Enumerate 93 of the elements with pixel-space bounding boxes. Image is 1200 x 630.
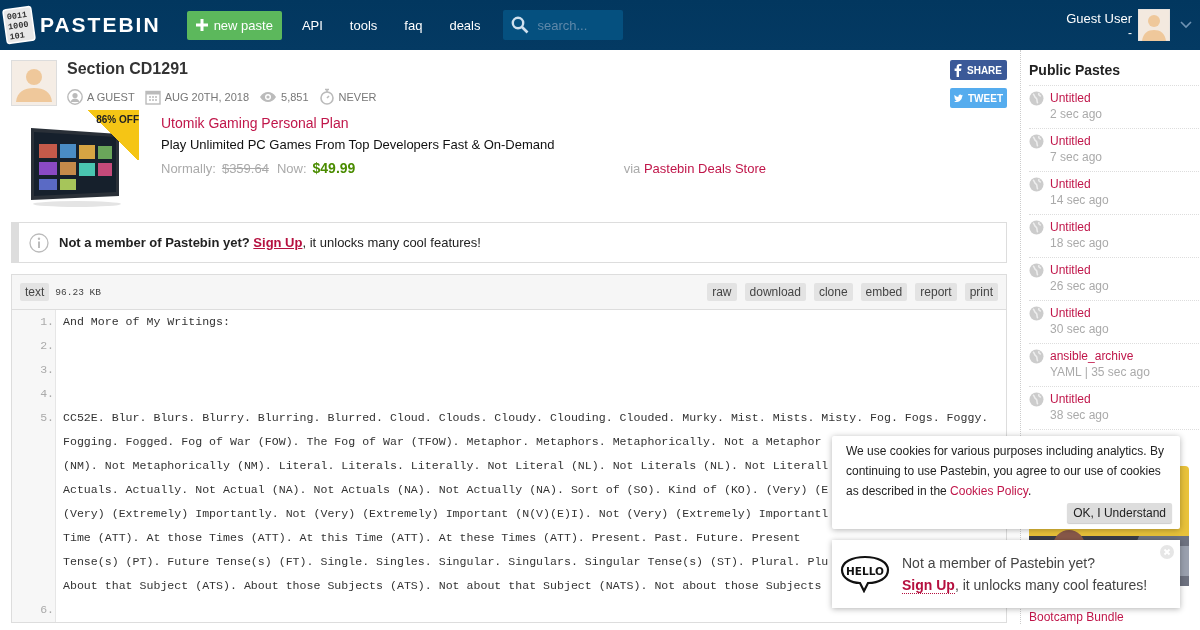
calendar-icon	[144, 88, 161, 105]
globe-icon	[1029, 134, 1044, 149]
globe-icon	[1029, 91, 1044, 106]
sign-up-link[interactable]: Sign Up	[902, 577, 955, 594]
avatar-icon	[11, 60, 57, 106]
meta-text: A GUEST	[87, 90, 135, 103]
paste-link[interactable]: Untitled	[1050, 306, 1109, 320]
stopwatch-icon	[318, 88, 335, 105]
globe-icon	[1029, 263, 1044, 278]
code-text: Time (ATT). At those Times (ATT). At this Time (ATT). At these Times (ATT). Present. Past. Future. Present	[63, 531, 801, 544]
facebook-icon	[954, 63, 962, 77]
line-number: 1.	[40, 315, 55, 328]
notice-text: Not a member of Pastebin yet? Sign Up, it unlocks many cool features!	[59, 235, 481, 250]
globe-icon	[1029, 349, 1044, 364]
sidebar-title: Public Pastes	[1029, 50, 1199, 86]
paste-action-button[interactable]: download	[744, 283, 806, 301]
paste-title: Section CD1291	[67, 60, 189, 78]
paste-link[interactable]: Untitled	[1050, 220, 1109, 234]
nav-link[interactable]: tools	[339, 17, 388, 33]
logo-text[interactable]: PASTEBIN	[40, 13, 161, 37]
code-text: Tense(s) (PT). Future Tense(s) (FT). Single. Singles. Singular. Singulars. Singular Tense(s) (ST). Plural. Plu	[63, 555, 829, 568]
user-name: Guest User	[1066, 10, 1132, 26]
search-field[interactable]: search...	[503, 10, 624, 40]
paste-age: 7 sec ago	[1050, 150, 1103, 164]
file-size: 96.23 KB	[55, 286, 101, 298]
paste-age: 2 sec ago	[1050, 107, 1103, 121]
deal-description: Play Unlimited PC Games From Top Developers Fast & On-Demand	[161, 137, 556, 152]
code-text: Fogging. Fogged. Fog of War (FOW). The Fog of War (TFOW). Metaphor. Metaphors. Metaphorically. Not a Metaphor	[63, 435, 822, 448]
globe-icon	[1029, 177, 1044, 192]
code-text: And More of My Writings:	[63, 315, 230, 328]
paste-link[interactable]: Untitled	[1050, 91, 1103, 105]
code-text: About that Subject (ATS). About those Subjects (ATS). Not about that Subject (NATS). Not about those Subjects	[63, 579, 822, 592]
meta-text: 5,851	[281, 90, 309, 103]
code-text: CC52E. Blur. Blurs. Blurry. Blurring. Blurred. Cloud. Clouds. Cloudy. Clouding. Clouded. Murky. Mist. Mists. Misty. Fog. Fogs. Foggy.	[63, 411, 989, 424]
syntax-tag[interactable]: text	[20, 283, 50, 301]
paste-age: YAML | 35 sec ago	[1050, 365, 1150, 379]
line-number: 6.	[40, 603, 55, 616]
popup-heading: Not a member of Pastebin yet?	[902, 555, 1096, 571]
paste-age: 26 sec ago	[1050, 279, 1109, 293]
paste-link[interactable]: Untitled	[1050, 177, 1109, 191]
discount-ribbon: 86% OFF	[85, 110, 139, 160]
code-text: Actuals. Actually. Not Actual (NA). Not Actuals (NA). Not Actually (NA). Sort of (SO). Kind of (KO). (Very) (E	[63, 483, 829, 496]
user-icon	[67, 88, 83, 105]
normally-label: Normally:	[161, 161, 216, 176]
chevron-down-icon[interactable]	[1180, 21, 1192, 29]
paste-link[interactable]: ansible_archive	[1050, 349, 1150, 363]
plus-icon	[195, 19, 208, 31]
logo-icon[interactable]: 0011 1000 101	[2, 5, 36, 45]
paste-action-button[interactable]: embed	[860, 283, 908, 301]
nav-link[interactable]: API	[291, 17, 333, 33]
now-label: Now:	[276, 161, 307, 176]
popup-text: Sign Up, it unlocks many cool features!	[902, 577, 1148, 593]
globe-icon	[1029, 220, 1044, 235]
share-button[interactable]: SHARE	[950, 60, 1007, 80]
line-number: 3.	[40, 363, 55, 376]
paste-action-button[interactable]: report	[915, 283, 957, 301]
code-text: (NM). Not Metaphorically (NM). Literal. Literals. Literally. Not Literal (NL). Not Literals (NL). Not Literall	[63, 459, 829, 472]
store-link[interactable]: Pastebin Deals Store	[643, 161, 766, 176]
line-number: 4.	[40, 387, 55, 400]
info-icon	[29, 232, 49, 253]
meta-text: NEVER	[338, 90, 377, 103]
via-label: via	[623, 161, 641, 176]
old-price: $359.64	[221, 161, 269, 176]
paste-action-button[interactable]: clone	[813, 283, 853, 301]
paste-action-button[interactable]: raw	[707, 283, 737, 301]
close-icon[interactable]	[1160, 545, 1174, 559]
globe-icon	[1029, 392, 1044, 407]
paste-age: 38 sec ago	[1050, 408, 1109, 422]
paste-link[interactable]: Untitled	[1050, 263, 1109, 277]
ad-title-link[interactable]: Bootcamp Bundle	[1029, 610, 1199, 624]
bird-icon	[954, 92, 963, 104]
globe-icon	[1029, 306, 1044, 321]
meta-text: AUG 20TH, 2018	[164, 90, 250, 103]
deal-price: $49.99	[312, 160, 356, 176]
paste-age: 14 sec ago	[1050, 193, 1109, 207]
paste-link[interactable]: Untitled	[1050, 134, 1103, 148]
cookies-policy-link[interactable]: Cookies Policy	[950, 484, 1028, 498]
paste-link[interactable]: Untitled	[1050, 392, 1109, 406]
nav-link[interactable]: deals	[439, 17, 491, 33]
paste-age: 18 sec ago	[1050, 236, 1109, 250]
speech-bubble-icon: HELLO	[840, 555, 890, 593]
deal-title-link[interactable]: Utomik Gaming Personal Plan	[161, 115, 761, 131]
line-number: 2.	[40, 339, 55, 352]
paste-age: 30 sec ago	[1050, 322, 1109, 336]
code-text: (Very) (Extremely) Importantly. Not (Very) (Extremely) Important (N(V)(E)I). Not (Very) (Extremely) Importantl	[63, 507, 829, 520]
nav-link[interactable]: faq	[394, 17, 433, 33]
eye-icon	[259, 90, 278, 103]
cookie-text: We use cookies for various purposes including analytics. By continuing to use Pastebin, you agree to our use of cookies as described in the Cookies Policy.	[846, 443, 1165, 500]
user-status: -	[1128, 25, 1132, 40]
avatar-icon[interactable]	[1138, 9, 1170, 41]
paste-action-button[interactable]: print	[964, 283, 998, 301]
accept-button[interactable]: OK, I Understand	[1067, 503, 1172, 523]
line-number: 5.	[40, 411, 55, 424]
